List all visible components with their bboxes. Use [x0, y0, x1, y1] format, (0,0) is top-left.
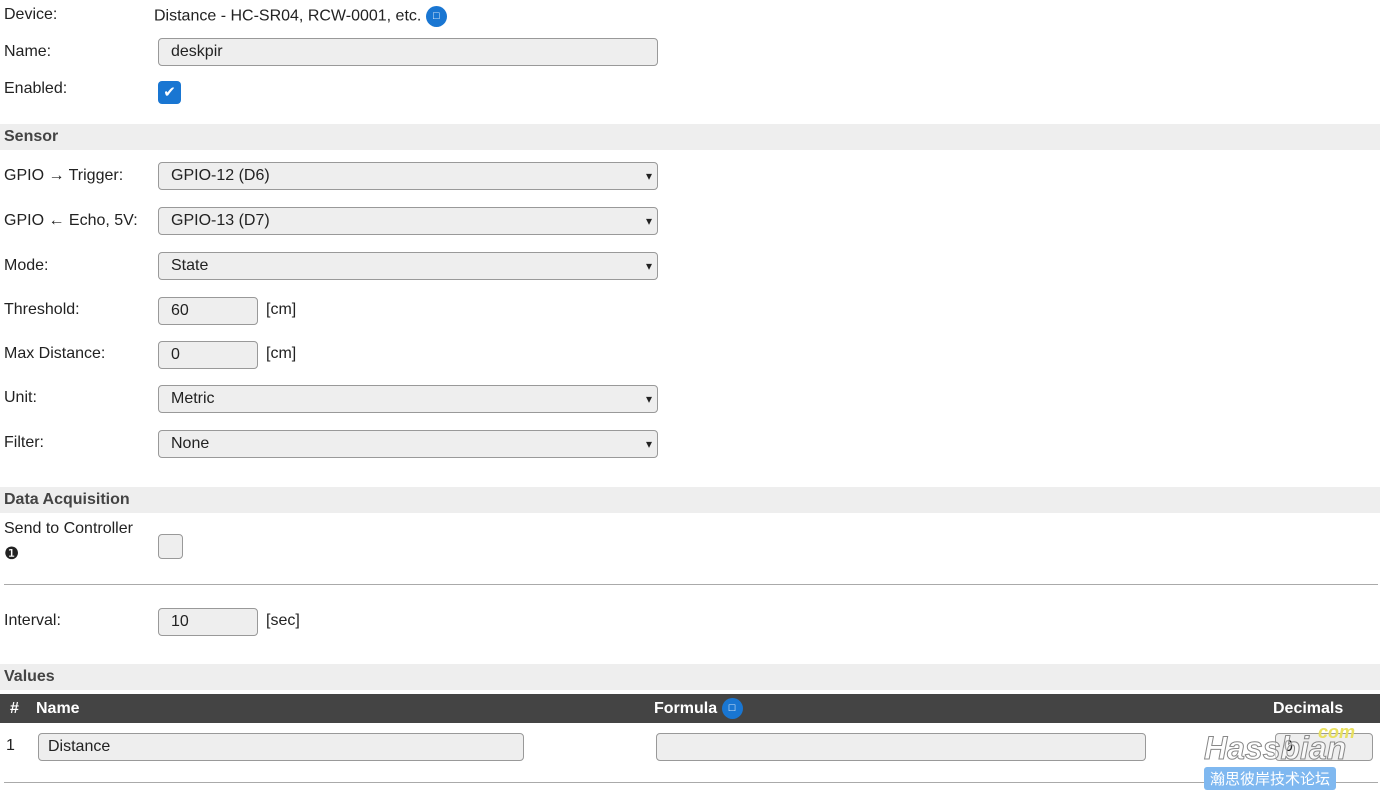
formula-input[interactable]	[656, 733, 1146, 761]
trigger-label: GPIO → Trigger:	[4, 167, 124, 184]
name-label: Name:	[4, 43, 52, 60]
mode-select[interactable]: State	[158, 252, 658, 280]
threshold-unit: [cm]	[266, 301, 297, 318]
device-value: Distance - HC-SR04, RCW-0001, etc. □	[154, 6, 447, 27]
filter-value: None	[171, 435, 210, 452]
col-name: Name	[36, 700, 80, 717]
col-index: #	[10, 700, 19, 717]
divider	[4, 584, 1378, 585]
info-icon[interactable]: □	[425, 6, 447, 27]
max-distance-unit: [cm]	[266, 345, 297, 362]
section-data-acquisition: Data Acquisition	[0, 487, 1380, 513]
device-label: Device:	[4, 6, 58, 23]
enabled-label: Enabled:	[4, 80, 68, 97]
filter-label: Filter:	[4, 434, 44, 451]
echo-label: GPIO ← Echo, 5V:	[4, 212, 138, 229]
send-to-controller-label: Send to Controller	[4, 520, 133, 537]
watermark-logo: Hassbian com 瀚思彼岸技术论坛	[1200, 722, 1360, 792]
section-values: Values	[0, 664, 1380, 690]
max-distance-input[interactable]: 0	[158, 341, 258, 369]
name-input[interactable]: deskpir	[158, 38, 658, 66]
echo-value: GPIO-13 (D7)	[171, 212, 270, 229]
info-icon[interactable]: □	[721, 698, 743, 720]
mode-value: State	[171, 257, 209, 274]
unit-select[interactable]: Metric	[158, 385, 658, 413]
unit-label: Unit:	[4, 389, 37, 406]
filter-select[interactable]: None	[158, 430, 658, 458]
device-name: Distance - HC-SR04, RCW-0001, etc.	[154, 7, 422, 25]
values-table-header: # Name Formula □ Decimals	[0, 694, 1380, 723]
threshold-input[interactable]: 60	[158, 297, 258, 325]
threshold-label: Threshold:	[4, 301, 80, 318]
section-sensor: Sensor	[0, 124, 1380, 150]
interval-input[interactable]: 10	[158, 608, 258, 636]
unit-value: Metric	[171, 390, 215, 407]
interval-unit: [sec]	[266, 612, 300, 629]
enabled-checkbox[interactable]: ✔	[158, 81, 181, 104]
mode-label: Mode:	[4, 257, 49, 274]
interval-label: Interval:	[4, 612, 61, 629]
col-formula-label: Formula	[654, 700, 718, 717]
note-icon: ❶	[4, 544, 20, 563]
watermark-subtitle: 瀚思彼岸技术论坛	[1204, 767, 1337, 790]
echo-select[interactable]: GPIO-13 (D7)	[158, 207, 658, 235]
col-decimals: Decimals	[1273, 700, 1344, 717]
watermark-suffix: com	[1318, 722, 1356, 742]
divider	[4, 782, 1378, 783]
col-formula: Formula □	[654, 694, 743, 723]
trigger-select[interactable]: GPIO-12 (D6)	[158, 162, 658, 190]
trigger-value: GPIO-12 (D6)	[171, 167, 270, 184]
send-to-controller-checkbox[interactable]	[158, 534, 183, 559]
value-name-input[interactable]: Distance	[38, 733, 524, 761]
row-index: 1	[6, 737, 15, 754]
max-distance-label: Max Distance:	[4, 345, 106, 362]
